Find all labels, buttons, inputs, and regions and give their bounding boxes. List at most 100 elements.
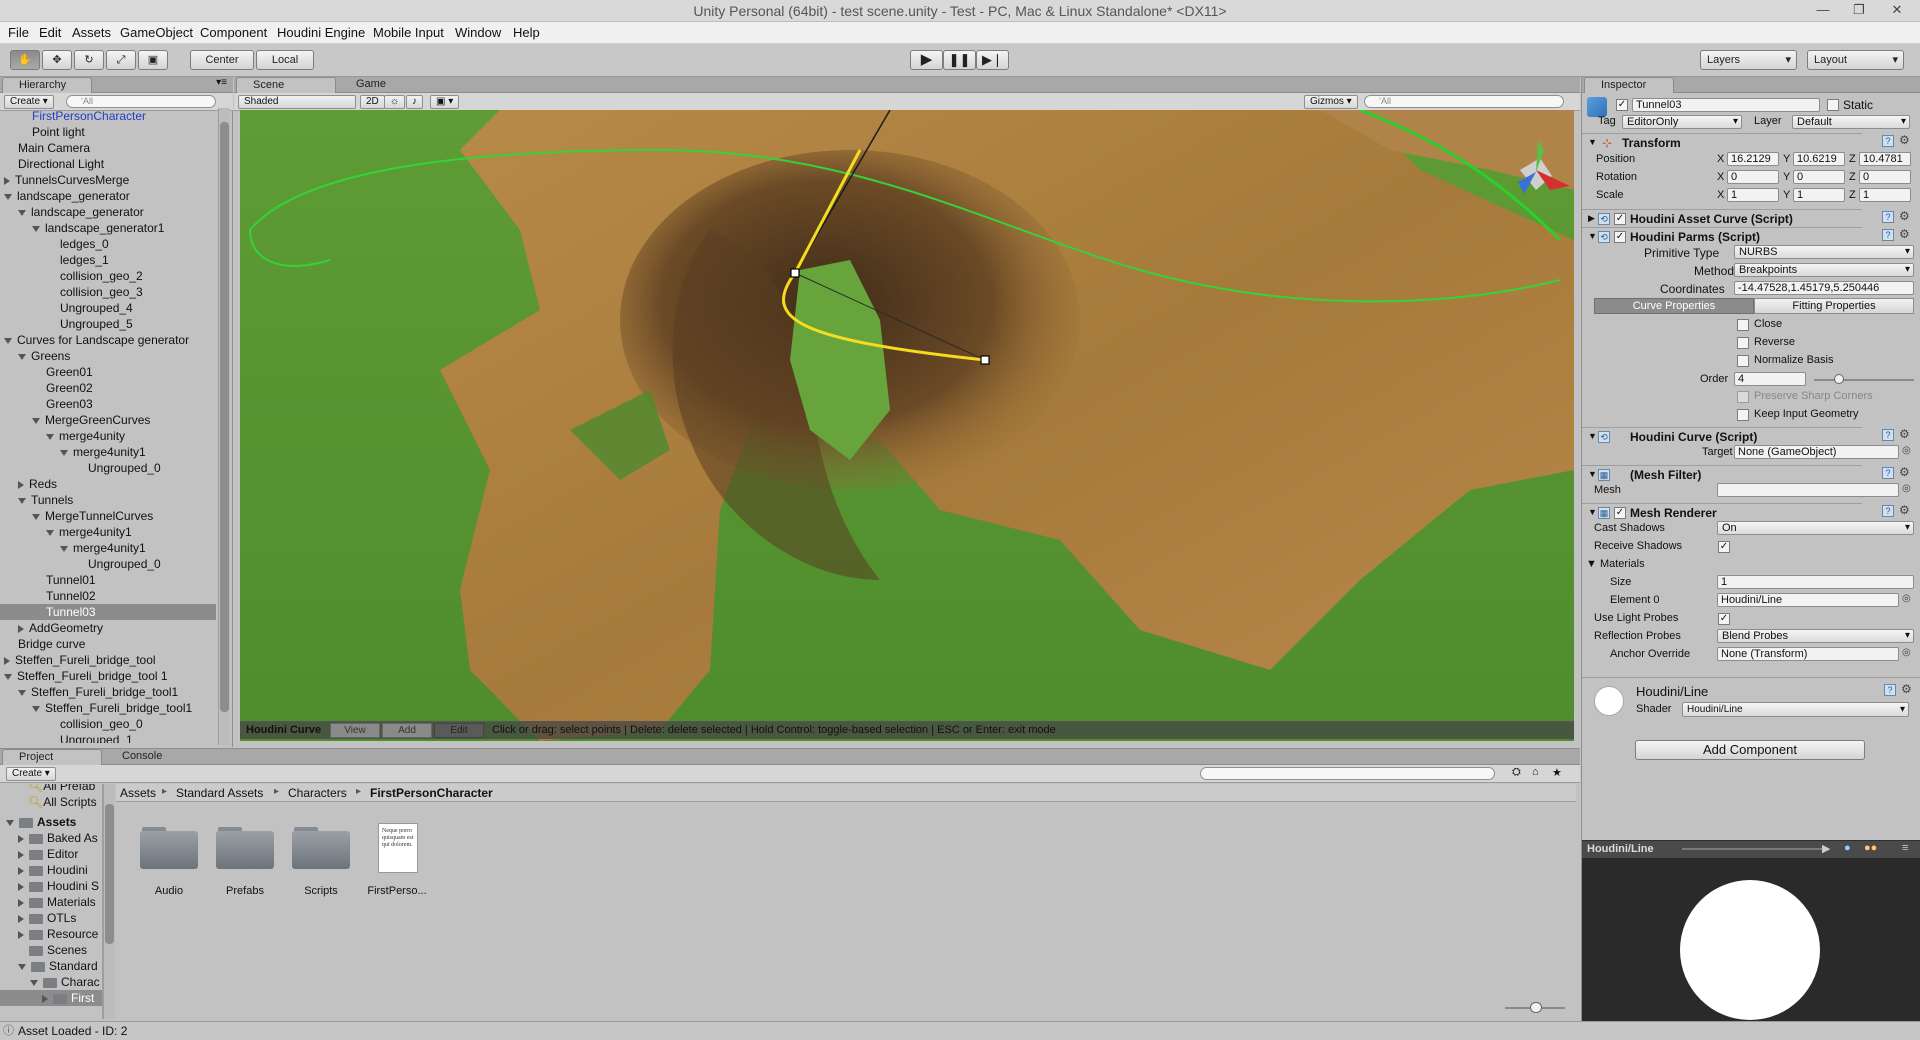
help-icon[interactable]: ? <box>1884 684 1896 696</box>
object-picker-icon[interactable]: ◎ <box>1902 483 1911 494</box>
project-folder-item[interactable]: Audio <box>134 823 204 913</box>
tab-game[interactable]: Game <box>340 77 440 93</box>
chevron-right-icon[interactable] <box>18 480 24 489</box>
help-icon[interactable]: ? <box>1882 135 1894 147</box>
hierarchy-row[interactable]: Reds <box>0 476 216 492</box>
toggle-2d-button[interactable]: 2D <box>360 95 385 109</box>
hierarchy-row[interactable]: Green03 <box>0 396 216 412</box>
hierarchy-row[interactable]: Green02 <box>0 380 216 396</box>
curve-point-handle[interactable] <box>980 355 990 365</box>
move-tool-icon[interactable]: ✥ <box>42 50 72 70</box>
help-icon[interactable]: ? <box>1882 429 1894 441</box>
object-picker-icon[interactable]: ◎ <box>1902 445 1911 456</box>
project-tree-row[interactable]: Assets <box>0 814 102 830</box>
project-tree-row[interactable]: Baked As <box>0 830 102 846</box>
chevron-down-icon[interactable] <box>32 417 40 424</box>
chevron-right-icon[interactable] <box>18 882 24 891</box>
houdini-curve-header[interactable]: ▼ ⟲ Houdini Curve (Script) <box>1582 427 1862 445</box>
chevron-down-icon[interactable] <box>46 433 54 440</box>
materials-size-field[interactable]: 1 <box>1717 575 1914 589</box>
preview-drag-handle[interactable] <box>1682 848 1822 850</box>
transform-header[interactable]: ▼ ⊹ Transform <box>1582 133 1862 151</box>
chevron-right-icon[interactable] <box>18 914 24 923</box>
hierarchy-row[interactable]: Ungrouped_4 <box>0 300 216 316</box>
minimize-icon[interactable]: — <box>1808 0 1838 22</box>
menu-edit[interactable]: Edit <box>39 25 61 40</box>
anchor-override-field[interactable]: None (Transform) <box>1717 647 1899 661</box>
chevron-down-icon[interactable] <box>60 449 68 456</box>
hierarchy-row[interactable]: Tunnel03 <box>0 604 216 620</box>
hierarchy-row[interactable]: merge4unity <box>0 428 216 444</box>
hierarchy-row[interactable]: Greens <box>0 348 216 364</box>
mesh-renderer-header[interactable]: ▼ ▦ ✓ Mesh Renderer <box>1582 503 1862 521</box>
chevron-down-icon[interactable] <box>32 225 40 232</box>
hierarchy-row[interactable]: collision_geo_0 <box>0 716 216 732</box>
tab-project[interactable]: Project <box>2 749 102 765</box>
mesh-filter-header[interactable]: ▼ ▦ (Mesh Filter) <box>1582 465 1862 483</box>
chevron-down-icon[interactable] <box>18 963 26 970</box>
hierarchy-row[interactable]: MergeTunnelCurves <box>0 508 216 524</box>
breadcrumb-characters[interactable]: Characters <box>288 786 347 800</box>
close-icon[interactable]: ✕ <box>1882 0 1912 22</box>
project-tree-row[interactable]: Houdini S <box>0 878 102 894</box>
hierarchy-row[interactable]: Tunnel01 <box>0 572 216 588</box>
project-folder-item[interactable]: Prefabs <box>210 823 280 913</box>
favorite-all-prefabs[interactable]: 🔍︎All Prefab <box>28 784 95 794</box>
normalize-basis-checkbox[interactable] <box>1737 355 1749 367</box>
chevron-down-icon[interactable] <box>4 193 12 200</box>
hierarchy-row[interactable]: Steffen_Fureli_bridge_tool <box>0 652 216 668</box>
rotate-tool-icon[interactable]: ↻ <box>74 50 104 70</box>
panel-menu-icon[interactable]: ▾≡ <box>216 77 227 88</box>
hierarchy-row[interactable]: merge4unity1 <box>0 444 216 460</box>
tag-dropdown[interactable]: EditorOnly <box>1622 115 1742 129</box>
favorite-all-scripts[interactable]: 🔍︎All Scripts <box>28 794 97 810</box>
chevron-right-icon[interactable] <box>18 898 24 907</box>
project-search-input[interactable] <box>1200 767 1495 780</box>
chevron-down-icon[interactable] <box>18 353 26 360</box>
chevron-right-icon[interactable] <box>18 624 24 633</box>
gear-icon[interactable]: ⚙ <box>1899 503 1910 517</box>
hierarchy-row[interactable]: Ungrouped_5 <box>0 316 216 332</box>
static-checkbox[interactable] <box>1827 99 1839 111</box>
hierarchy-row[interactable]: landscape_generator <box>0 188 216 204</box>
help-icon[interactable]: ? <box>1882 467 1894 479</box>
play-icon[interactable]: ▶ <box>910 50 943 70</box>
light-toggle-icon[interactable]: ●● <box>1864 842 1877 854</box>
object-name-field[interactable]: Tunnel03 <box>1632 98 1820 112</box>
project-tree-row[interactable]: Materials <box>0 894 102 910</box>
play-icon[interactable]: ▶ <box>1822 842 1830 855</box>
gizmos-dropdown[interactable]: Gizmos ▾ <box>1304 95 1358 109</box>
project-tree-scrollbar[interactable] <box>103 784 115 1019</box>
lighting-icon[interactable]: ☼ <box>384 95 406 109</box>
transform-position-x-field[interactable]: 16.2129 <box>1727 152 1779 166</box>
menu-houdini-engine[interactable]: Houdini Engine <box>277 25 365 40</box>
chevron-down-icon[interactable] <box>60 545 68 552</box>
effects-icon[interactable]: ▣ ▾ <box>430 95 460 109</box>
chevron-down-icon[interactable] <box>30 979 38 986</box>
breadcrumb-standard-assets[interactable]: Standard Assets <box>176 786 263 800</box>
menu-file[interactable]: File <box>8 25 29 40</box>
chevron-down-icon[interactable] <box>18 497 26 504</box>
hierarchy-row[interactable]: Steffen_Fureli_bridge_tool1 <box>0 684 216 700</box>
hierarchy-scrollbar[interactable] <box>218 108 230 745</box>
mesh-renderer-enabled-checkbox[interactable]: ✓ <box>1614 507 1626 519</box>
icon-size-slider-thumb[interactable] <box>1530 1002 1542 1013</box>
light-probes-checkbox[interactable]: ✓ <box>1718 613 1730 625</box>
scene-search-input[interactable]: ‘All <box>1364 95 1564 108</box>
filter-type-icon[interactable]: ⛭ <box>1512 766 1521 779</box>
coordinates-field[interactable]: -14.47528,1.45179,5.250446 <box>1734 281 1914 295</box>
close-checkbox[interactable] <box>1737 319 1749 331</box>
project-tree-row[interactable]: Resource <box>0 926 102 942</box>
project-folder-item[interactable]: Scripts <box>286 823 356 913</box>
tab-fitting-properties[interactable]: Fitting Properties <box>1754 298 1914 314</box>
tab-hierarchy[interactable]: Hierarchy <box>2 77 92 93</box>
hierarchy-row[interactable]: Ungrouped_0 <box>0 556 216 572</box>
hierarchy-row[interactable]: Curves for Landscape generator <box>0 332 216 348</box>
project-tree-row[interactable]: Scenes <box>0 942 102 958</box>
parms-enabled-checkbox[interactable]: ✓ <box>1614 231 1626 243</box>
parms-header[interactable]: ▼ ⟲ ✓ Houdini Parms (Script) <box>1582 227 1862 245</box>
add-component-button[interactable]: Add Component <box>1635 740 1865 760</box>
hierarchy-search-input[interactable]: ‘All <box>66 95 216 108</box>
gear-icon[interactable]: ⚙ <box>1899 227 1910 241</box>
pivot-center-button[interactable]: Center <box>190 50 254 70</box>
